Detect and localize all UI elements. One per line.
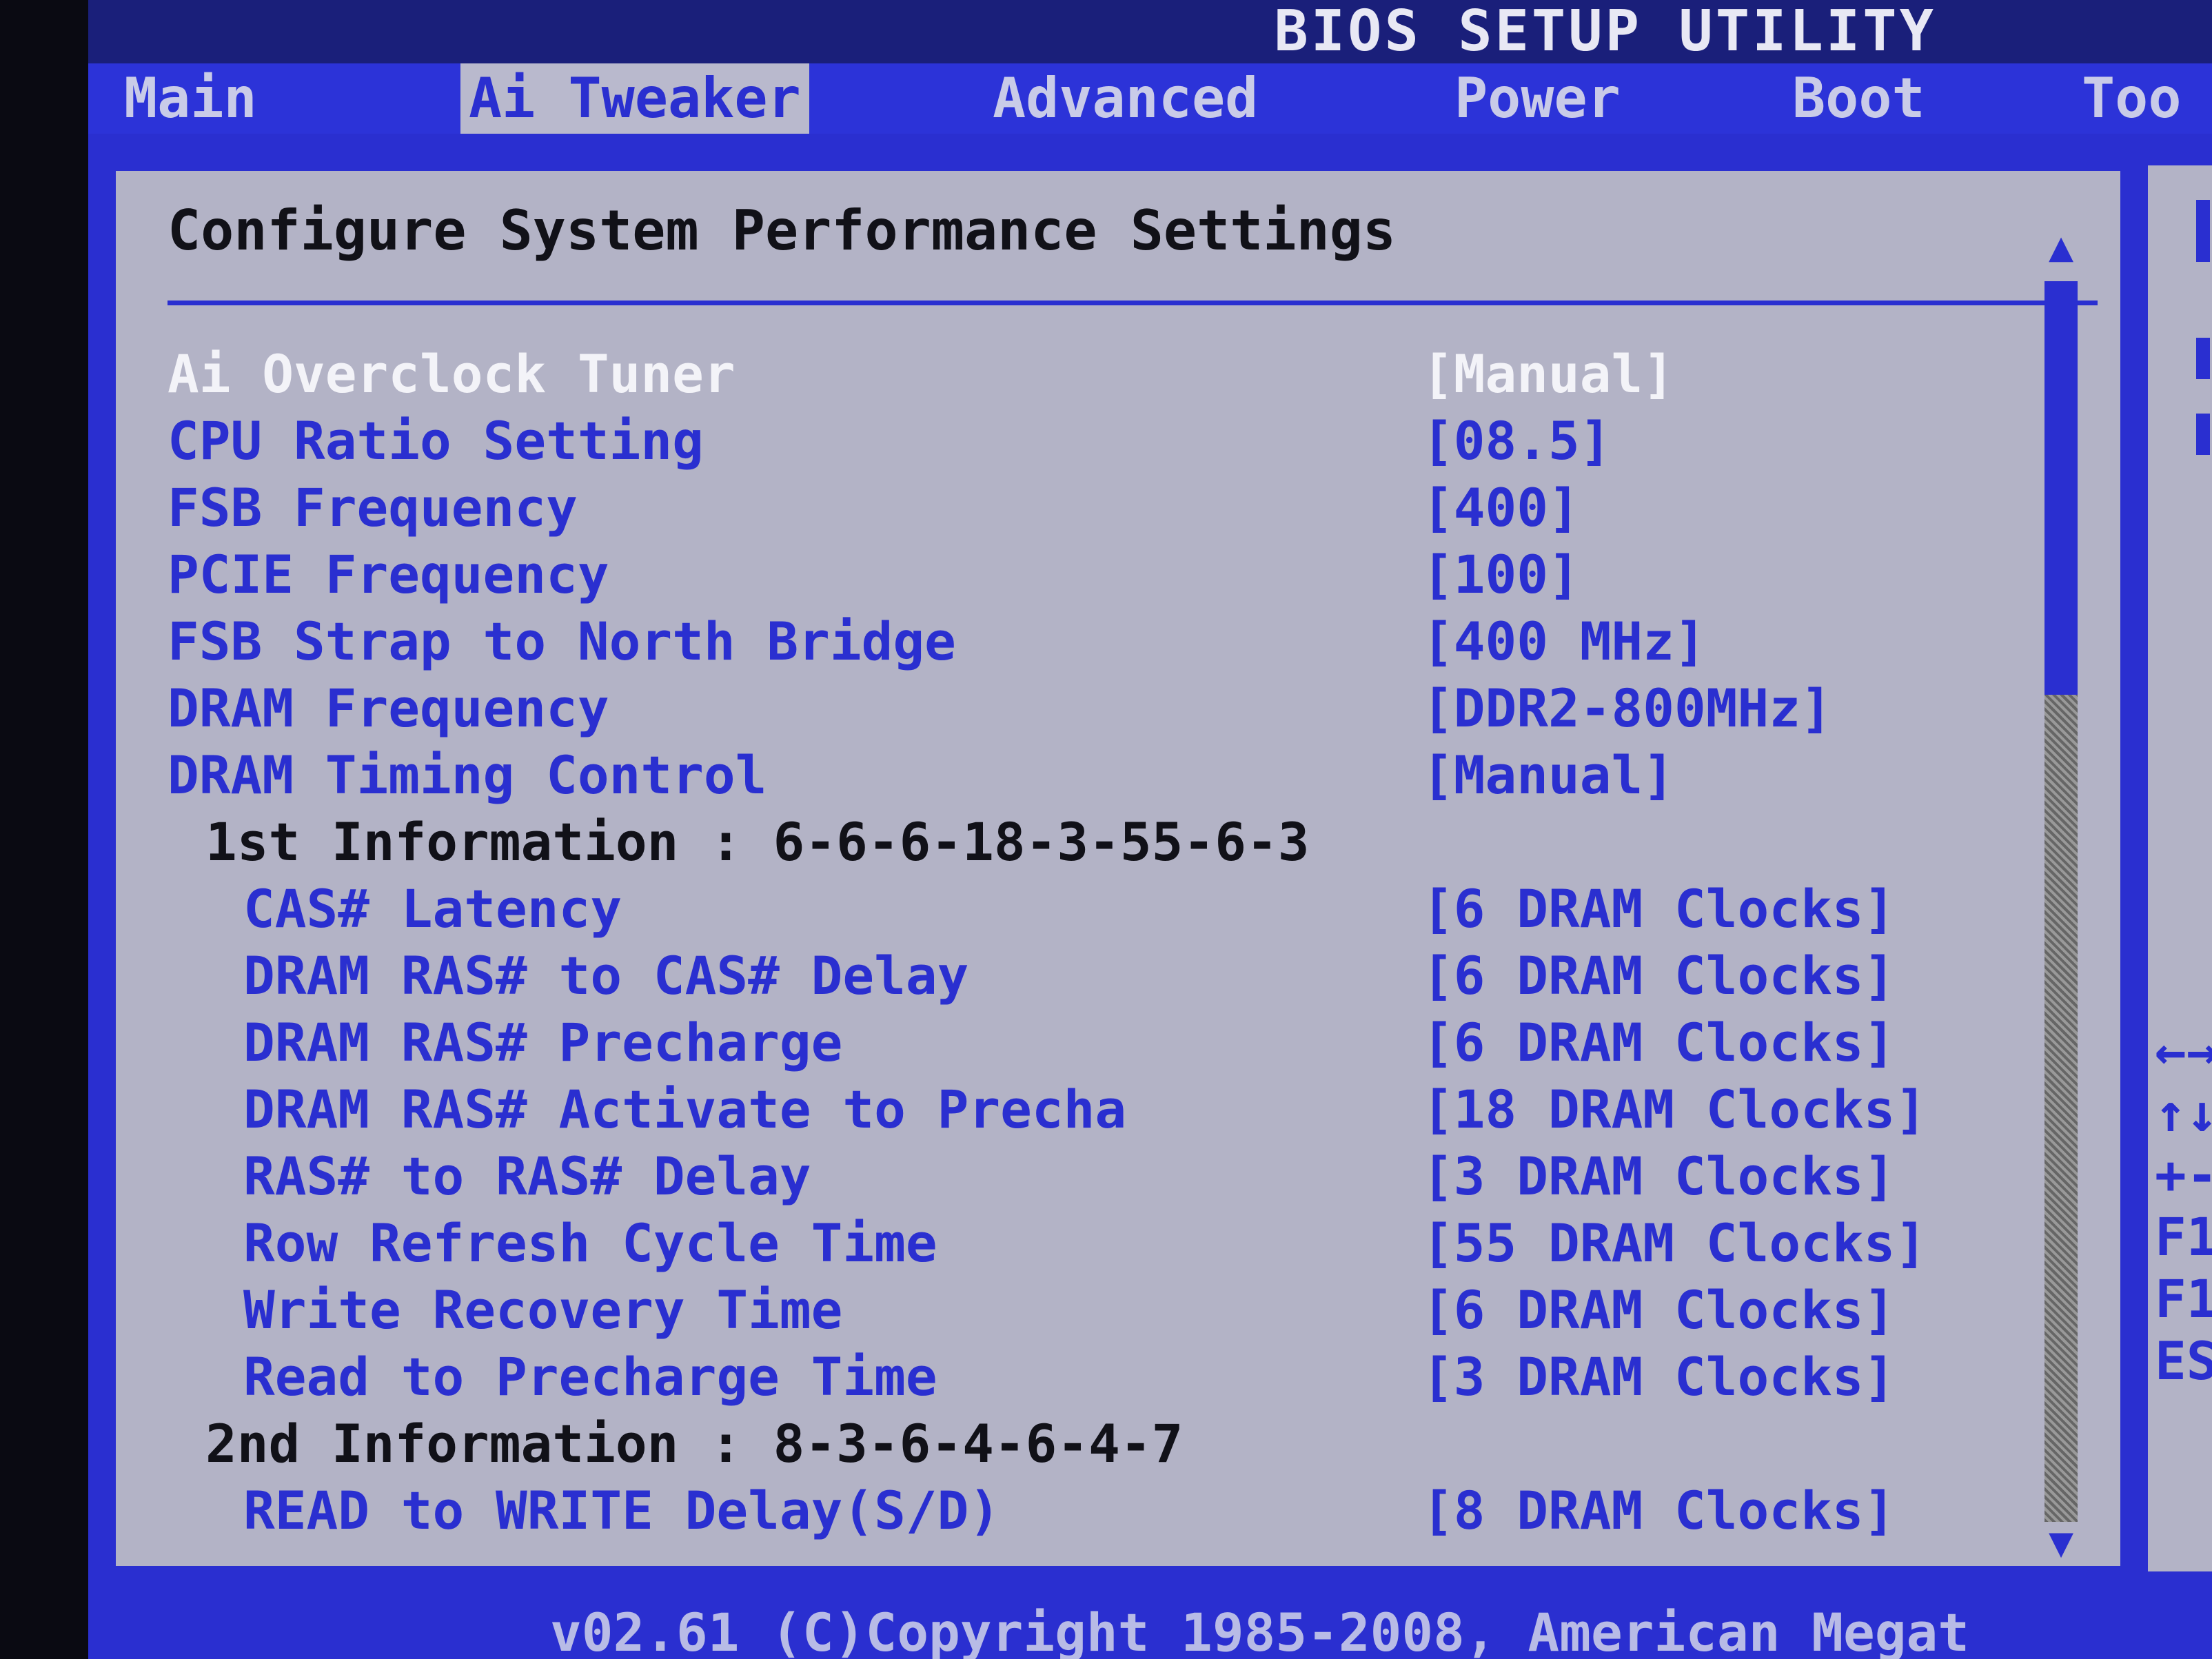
tab-power[interactable]: Power [1446, 63, 1629, 134]
setting-label: Write Recovery Time [243, 1279, 843, 1341]
setting-value[interactable]: [3 DRAM Clocks] [1422, 1146, 1895, 1208]
title-bar: BIOS SETUP UTILITY [88, 0, 2212, 63]
setting-label: CPU Ratio Setting [168, 410, 704, 471]
setting-value[interactable]: [6 DRAM Clocks] [1422, 878, 1895, 940]
tab-boot[interactable]: Boot [1784, 63, 1934, 134]
heading-divider [168, 301, 2098, 305]
help-marker [2196, 414, 2210, 455]
info-text: 1st Information : 6-6-6-18-3-55-6-3 [205, 811, 1310, 873]
tab-tools[interactable]: Too [2073, 63, 2190, 134]
setting-value[interactable]: [6 DRAM Clocks] [1422, 1279, 1895, 1341]
setting-value[interactable]: [100] [1422, 544, 1580, 606]
footer-bar: v02.61 (C)Copyright 1985-2008, American … [88, 1606, 2212, 1659]
setting-value[interactable]: [400 MHz] [1422, 611, 1706, 673]
help-key-f1: F1 [2155, 1206, 2212, 1268]
setting-value[interactable]: [8 DRAM Clocks] [1422, 1480, 1895, 1542]
setting-label: READ to WRITE Delay(S/D) [243, 1480, 1001, 1541]
setting-label: PCIE Frequency [168, 544, 609, 605]
help-panel: ←→ ↑↓ +- F1 F1 ES [2142, 165, 2212, 1571]
setting-label: DRAM RAS# Activate to Precha [243, 1079, 1127, 1140]
copyright-text: v02.61 (C)Copyright 1985-2008, American … [550, 1602, 1970, 1659]
scroll-down-arrow-icon[interactable]: ▼ [2039, 1522, 2083, 1563]
setting-value[interactable]: [55 DRAM Clocks] [1422, 1212, 1927, 1274]
help-marker [2196, 200, 2210, 262]
setting-value[interactable]: [6 DRAM Clocks] [1422, 1012, 1895, 1074]
bios-screen: BIOS SETUP UTILITY Main Ai Tweaker Advan… [88, 0, 2212, 1659]
help-key-f10: F1 [2155, 1268, 2212, 1330]
help-key-left-right: ←→ [2155, 1020, 2212, 1081]
tab-main[interactable]: Main [116, 63, 265, 134]
setting-label: Read to Precharge Time [243, 1346, 937, 1407]
bios-title: BIOS SETUP UTILITY [1274, 0, 1936, 64]
setting-label: DRAM RAS# to CAS# Delay [243, 945, 969, 1006]
help-key-plus-minus: +- [2155, 1144, 2212, 1205]
setting-label: FSB Strap to North Bridge [168, 611, 956, 672]
help-key-up-down: ↑↓ [2155, 1082, 2212, 1143]
help-key-esc: ES [2155, 1330, 2212, 1392]
setting-value[interactable]: [DDR2-800MHz] [1422, 678, 1832, 740]
setting-value[interactable]: [3 DRAM Clocks] [1422, 1346, 1895, 1408]
setting-value[interactable]: [6 DRAM Clocks] [1422, 945, 1895, 1007]
menu-bar: Main Ai Tweaker Advanced Power Boot Too [88, 63, 2212, 134]
setting-value[interactable]: [08.5] [1422, 410, 1612, 472]
scroll-up-arrow-icon[interactable]: ▲ [2039, 226, 2083, 267]
tab-advanced[interactable]: Advanced [984, 63, 1266, 134]
setting-label: DRAM Timing Control [168, 744, 767, 806]
setting-label: DRAM RAS# Precharge [243, 1012, 843, 1073]
setting-label: Ai Overclock Tuner [168, 343, 735, 405]
setting-value[interactable]: [Manual] [1422, 343, 1674, 405]
setting-value[interactable]: [400] [1422, 477, 1580, 539]
setting-label: CAS# Latency [243, 878, 622, 939]
scrollbar-thumb[interactable] [2044, 281, 2078, 695]
help-marker [2196, 338, 2210, 379]
setting-label: DRAM Frequency [168, 678, 609, 739]
info-text: 2nd Information : 8-3-6-4-6-4-7 [205, 1413, 1184, 1474]
setting-value[interactable]: [18 DRAM Clocks] [1422, 1079, 1927, 1141]
tab-ai-tweaker[interactable]: Ai Tweaker [460, 63, 809, 134]
setting-label: FSB Frequency [168, 477, 578, 538]
setting-value[interactable]: [Manual] [1422, 744, 1674, 806]
page-title: Configure System Performance Settings [168, 199, 1397, 263]
setting-label: RAS# to RAS# Delay [243, 1146, 811, 1207]
setting-label: Row Refresh Cycle Time [243, 1212, 937, 1274]
settings-panel: Configure System Performance Settings Ai… [110, 165, 2126, 1571]
